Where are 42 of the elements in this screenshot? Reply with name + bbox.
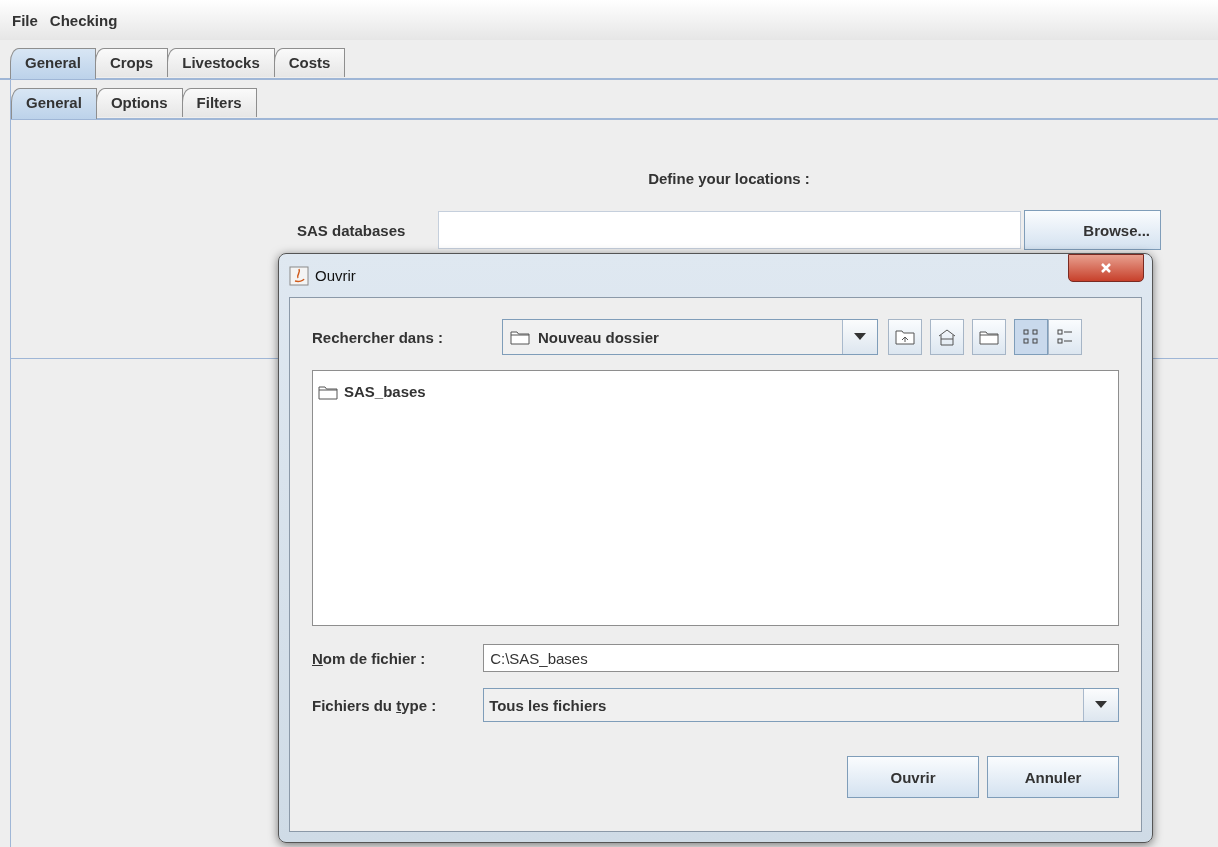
folder-dropdown[interactable]: Nouveau dossier — [502, 319, 878, 355]
new-folder-button[interactable] — [972, 319, 1006, 355]
up-folder-button[interactable] — [888, 319, 922, 355]
dialog-button[interactable]: Annuler — [987, 756, 1119, 798]
dialog-button[interactable]: Ouvrir — [847, 756, 979, 798]
tab[interactable]: Options — [95, 88, 183, 117]
details-view-icon — [1056, 328, 1074, 346]
tab[interactable]: Crops — [94, 48, 169, 77]
field-label: Rechercher dans : — [312, 328, 443, 346]
caret-icon — [1095, 701, 1107, 709]
folder-icon — [510, 329, 530, 345]
app-icon — [289, 265, 309, 286]
folder-icon — [318, 383, 338, 400]
folder-up-icon — [895, 328, 915, 346]
close-button[interactable] — [1068, 253, 1144, 282]
tab[interactable]: General — [10, 48, 96, 79]
list-view-button[interactable] — [1014, 319, 1048, 355]
folder-icon — [979, 329, 999, 345]
path-field[interactable] — [438, 211, 1021, 249]
section-heading: Define your locations : — [648, 170, 810, 187]
menu-item[interactable]: Checking — [43, 11, 124, 29]
dropdown-value: Tous les fichiers — [489, 696, 607, 714]
tab[interactable]: Livestocks — [167, 48, 275, 77]
file-type-dropdown[interactable]: Tous les fichiers — [483, 688, 1119, 722]
list-view-icon — [1022, 328, 1040, 346]
home-icon — [937, 328, 957, 346]
field-label: SAS databases — [297, 221, 406, 239]
caret-icon — [854, 333, 866, 341]
field-label: Fichiers du type : — [312, 696, 437, 714]
menu-item[interactable]: File — [6, 11, 44, 29]
tab[interactable]: Filters — [181, 88, 257, 117]
home-button[interactable] — [930, 319, 964, 355]
details-view-button[interactable] — [1048, 319, 1082, 355]
tab[interactable]: Costs — [273, 48, 346, 77]
browse-button[interactable]: Browse... — [1024, 210, 1161, 250]
window-title: Ouvrir — [315, 267, 356, 284]
tab[interactable]: General — [11, 88, 97, 119]
file-name-field[interactable]: C:\SAS_bases — [483, 644, 1119, 672]
close-icon — [1100, 261, 1112, 274]
folder-entry[interactable]: SAS_bases — [318, 383, 426, 400]
dropdown-value: Nouveau dossier — [538, 328, 659, 346]
field-label: Nom de fichier : — [312, 649, 426, 667]
